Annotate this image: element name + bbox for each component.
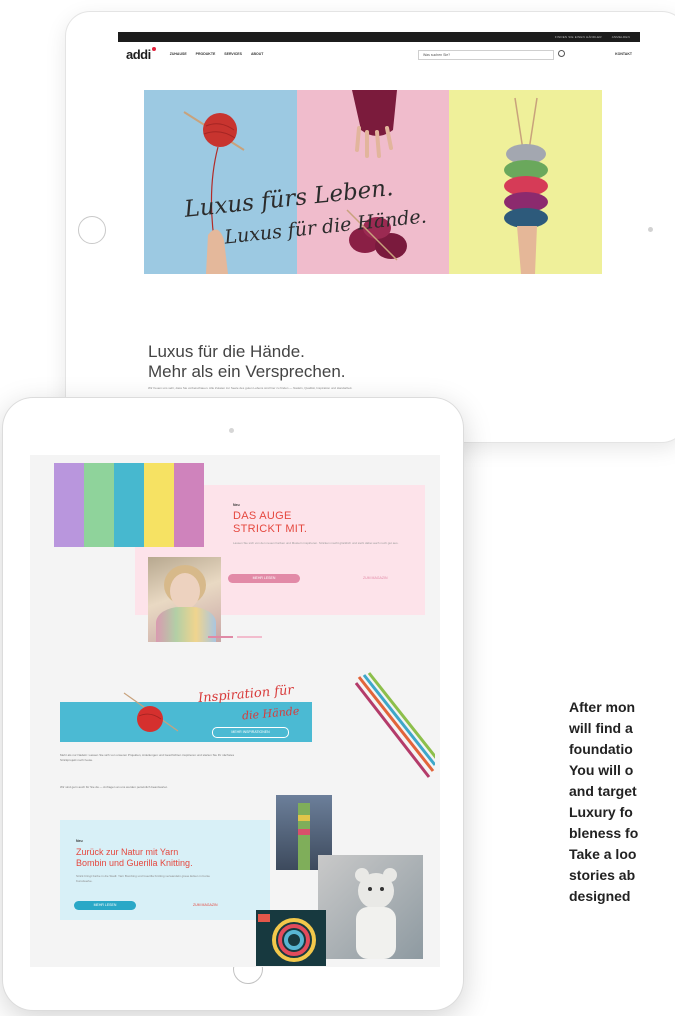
nav-item-about[interactable]: ABOUT (251, 52, 263, 56)
site-nav: addi ZUHAUSE PRODUKTE SERVICES ABOUT Was… (118, 42, 640, 66)
nav-item-services[interactable]: SERVICES (224, 52, 242, 56)
hero-panel-yellow (449, 90, 603, 274)
color-stripes-image (54, 463, 204, 547)
carousel-dot-active[interactable] (208, 636, 233, 638)
nature-eyebrow: Neu (76, 839, 83, 843)
inspiration-text: Mehr als nur Nadeln: Lassen Sie sich von… (60, 753, 235, 762)
photo-scarf (156, 607, 216, 642)
photo-face (170, 573, 200, 609)
auge-title-line2: STRICKT MIT. (233, 523, 308, 535)
caption-line: designed (569, 888, 631, 904)
nature-magazine-link[interactable]: ZUM MAGAZIN (193, 903, 218, 907)
intro-text: Wir freuen uns sehr, dass Sie vorbeischa… (148, 386, 353, 390)
side-caption: After mon will find a foundatio You will… (569, 697, 675, 907)
nature-read-more-button[interactable]: MEHR LESEN (74, 901, 136, 910)
auge-title: DAS AUGE STRICKT MIT. (233, 510, 307, 536)
stripe-green (84, 463, 114, 547)
stripe-yellow (144, 463, 174, 547)
nature-text: Strick bringt Farbe in die Stadt: Yarn B… (76, 874, 210, 883)
caption-line: will find a (569, 720, 633, 736)
inspiration-text-secondary: Wir sind gern auch für Sie da — Anfragen… (60, 785, 168, 789)
camera-icon (229, 428, 234, 433)
dealer-link[interactable]: FINDEN SIE EINEN HÄNDLER (555, 35, 602, 39)
hero-panel-blue (144, 90, 297, 274)
landscape-tablet: FINDEN SIE EINEN HÄNDLER ANMELDEN addi Z… (66, 12, 675, 442)
caption-line: After mon (569, 699, 636, 715)
auge-title-line1: DAS AUGE (233, 510, 292, 522)
hero-headline: Luxus für die Hände. Mehr als ein Verspr… (148, 342, 346, 382)
red-yarn-ball-image (123, 692, 179, 732)
stripe-purple (54, 463, 84, 547)
home-button-icon (78, 216, 106, 244)
main-nav: ZUHAUSE PRODUKTE SERVICES ABOUT (170, 52, 264, 56)
portrait-tablet: Neu DAS AUGE STRICKT MIT. Lassen Sie sic… (3, 398, 463, 1010)
carousel-dot[interactable] (237, 636, 262, 638)
caption-line: and target (569, 783, 637, 799)
stripe-teal (114, 463, 144, 547)
knitted-bear-photo (318, 855, 423, 959)
auge-read-more-button[interactable]: MEHR LESEN (228, 574, 300, 583)
top-utility-bar: FINDEN SIE EINEN HÄNDLER ANMELDEN (118, 32, 640, 42)
nav-item-home[interactable]: ZUHAUSE (170, 52, 187, 56)
caption-line: stories ab (569, 867, 636, 883)
caption-line: You will o (569, 762, 634, 778)
contact-link[interactable]: KONTAKT (615, 52, 632, 56)
yarn-ball-needles-image (183, 111, 245, 274)
headline-line2: Mehr als ein Versprechen. (148, 362, 346, 381)
caption-line: Take a loo (569, 846, 637, 862)
caption-line: bleness fo (569, 825, 639, 841)
inspiration-button[interactable]: MEHR INSPIRATIONEN (212, 727, 289, 738)
logo-dot-icon (151, 46, 156, 51)
caption-line: foundatio (569, 741, 633, 757)
hero-banner: Luxus fürs Leben. Luxus für die Hände. (144, 90, 603, 274)
login-link[interactable]: ANMELDEN (612, 35, 630, 39)
stripe-pink (174, 463, 204, 547)
search-icon[interactable] (558, 50, 565, 57)
nav-item-products[interactable]: PRODUKTE (196, 52, 216, 56)
nature-title-line1: Zurück zur Natur mit Yarn (76, 847, 179, 857)
camera-icon (648, 227, 653, 232)
addi-logo[interactable]: addi (126, 46, 156, 62)
auge-magazine-link[interactable]: ZUM MAGAZIN (363, 576, 388, 580)
knit-hoop-photo (256, 910, 326, 966)
yarn-stack-image (504, 97, 549, 274)
knitting-needles-image (355, 672, 435, 778)
caption-line: Luxury fo (569, 804, 633, 820)
portrait-screen: Neu DAS AUGE STRICKT MIT. Lassen Sie sic… (30, 455, 440, 967)
search-input[interactable]: Was suchen Sie? (418, 50, 554, 60)
auge-text: Lassen Sie sich von den neuen Farben und… (233, 541, 399, 545)
auge-eyebrow: Neu (233, 503, 240, 507)
carousel-indicators (208, 636, 262, 638)
hoop-graphic (258, 914, 316, 962)
landscape-screen: FINDEN SIE EINEN HÄNDLER ANMELDEN addi Z… (118, 32, 640, 412)
nature-title-line2: Bombin und Guerilla Knitting. (76, 858, 193, 868)
headline-line1: Luxus für die Hände. (148, 342, 305, 361)
logo-text: addi (126, 46, 151, 62)
woman-scarf-photo (148, 557, 221, 642)
bear-graphic (355, 868, 397, 959)
nature-title: Zurück zur Natur mit Yarn Bombin und Gue… (76, 847, 276, 869)
